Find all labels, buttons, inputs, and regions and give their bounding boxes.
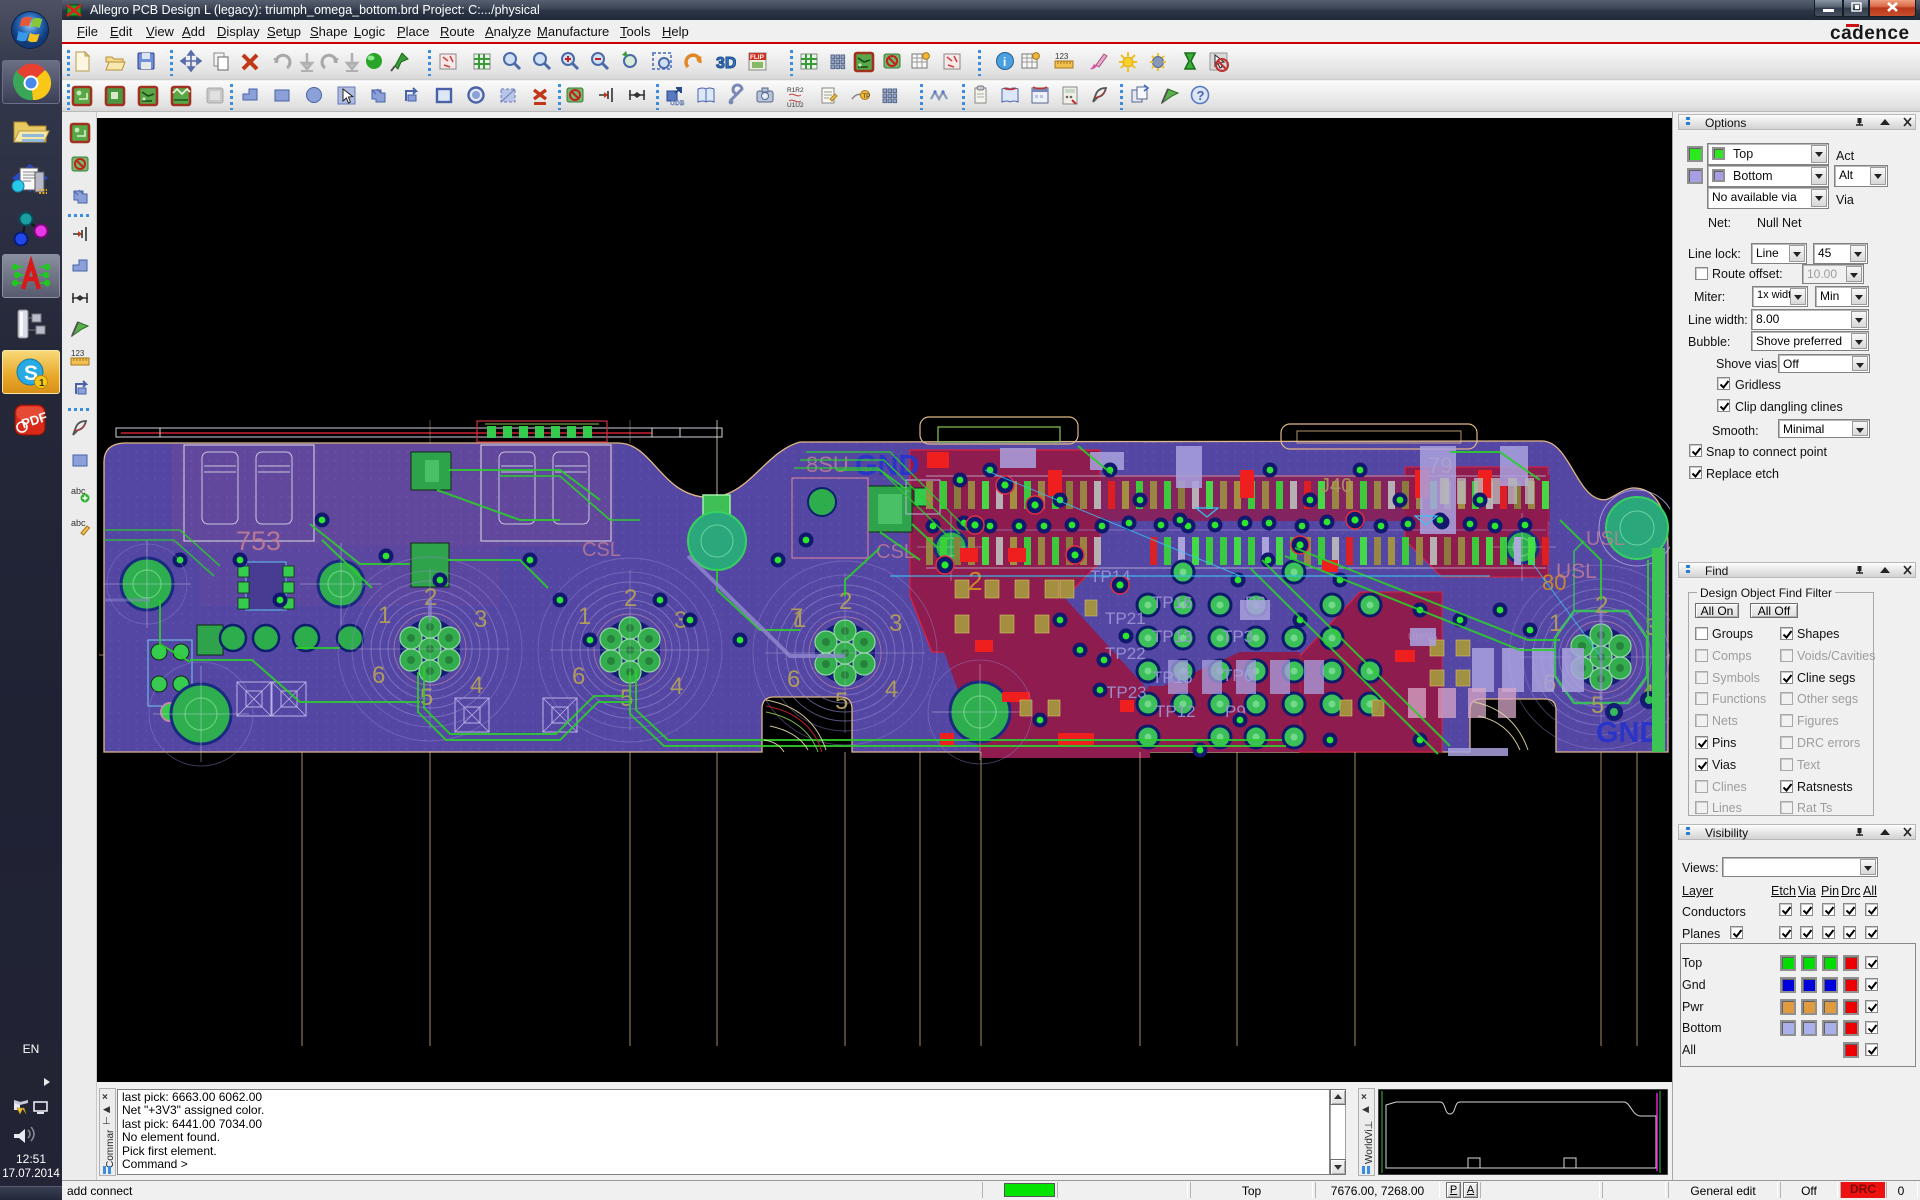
svg-text:TP13: TP13 xyxy=(1152,627,1193,646)
svg-text:3: 3 xyxy=(474,606,487,633)
svg-text:4: 4 xyxy=(670,673,683,700)
svg-text:1: 1 xyxy=(578,603,591,630)
svg-text:3: 3 xyxy=(889,610,902,637)
svg-text:TP23: TP23 xyxy=(1106,683,1147,702)
svg-text:6: 6 xyxy=(572,663,585,690)
svg-text:abc: abc xyxy=(71,518,86,528)
svg-text:6: 6 xyxy=(372,662,385,689)
svg-text:USL: USL xyxy=(1556,560,1597,583)
svg-text:1: 1 xyxy=(39,378,45,389)
svg-text:6: 6 xyxy=(787,666,800,693)
svg-text:TP12: TP12 xyxy=(1155,702,1196,721)
svg-text:753: 753 xyxy=(236,526,281,556)
svg-text:5: 5 xyxy=(420,684,433,711)
svg-text:TP16: TP16 xyxy=(1152,593,1193,612)
svg-text:1: 1 xyxy=(1549,610,1562,637)
svg-text:TP3: TP3 xyxy=(1222,627,1253,646)
svg-text:7: 7 xyxy=(790,604,803,631)
svg-text:123: 123 xyxy=(1055,52,1069,61)
svg-text:TP21: TP21 xyxy=(1105,609,1146,628)
svg-text:3D: 3D xyxy=(716,55,736,72)
svg-text:123: 123 xyxy=(71,349,85,358)
svg-text:TP: TP xyxy=(863,94,871,100)
svg-text:FLIP: FLIP xyxy=(750,54,765,61)
svg-text:J40: J40 xyxy=(1320,475,1352,497)
svg-text:2: 2 xyxy=(968,566,982,596)
svg-text:GND: GND xyxy=(1596,717,1660,749)
svg-text:5: 5 xyxy=(620,685,633,712)
svg-text:4: 4 xyxy=(470,672,483,699)
svg-text:4: 4 xyxy=(885,676,898,703)
svg-text:i: i xyxy=(1003,55,1006,69)
svg-text:ODB: ODB xyxy=(670,100,685,107)
svg-text:5: 5 xyxy=(835,688,848,715)
svg-text:?: ? xyxy=(1197,88,1205,103)
svg-text:CSL: CSL xyxy=(582,539,621,561)
svg-text:2: 2 xyxy=(624,585,637,612)
svg-text:USL: USL xyxy=(1586,528,1625,550)
svg-text:U1U2: U1U2 xyxy=(787,102,804,109)
svg-text:1: 1 xyxy=(378,602,391,629)
svg-text:8SU: 8SU xyxy=(806,452,849,477)
svg-text:R1R2: R1R2 xyxy=(787,87,804,94)
